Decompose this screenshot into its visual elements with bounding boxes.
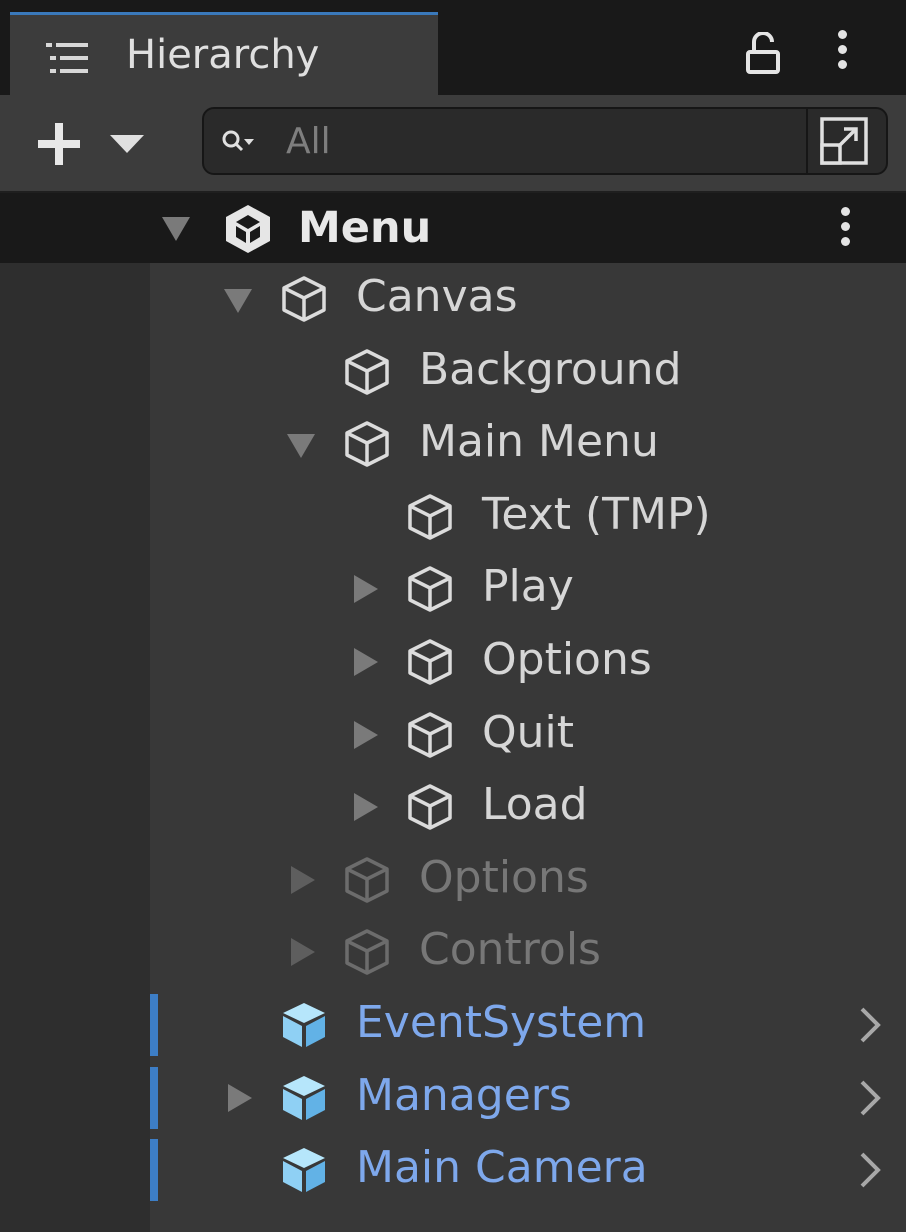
item-label: Options bbox=[419, 851, 589, 903]
gameobject-cube-icon bbox=[345, 421, 389, 467]
collapse-arrow-icon[interactable] bbox=[354, 793, 378, 822]
item-label: Main Menu bbox=[419, 416, 659, 468]
search-divider bbox=[806, 109, 808, 173]
unity-scene-icon bbox=[226, 205, 270, 253]
gameobject-cube-icon bbox=[408, 711, 452, 758]
hierarchy-item[interactable]: Background bbox=[0, 336, 906, 408]
gameobject-cube-icon bbox=[345, 929, 389, 976]
search-icon bbox=[222, 130, 254, 152]
prefab-cube-icon bbox=[283, 1003, 325, 1047]
gameobject-cube-icon bbox=[345, 857, 389, 903]
item-label: EventSystem bbox=[356, 997, 647, 1048]
collapse-arrow-icon[interactable] bbox=[354, 648, 378, 676]
prefab-cube-icon bbox=[283, 1148, 325, 1193]
expand-arrow-icon[interactable] bbox=[224, 289, 252, 313]
item-label: Play bbox=[482, 561, 574, 613]
hierarchy-item[interactable]: Quit bbox=[0, 699, 906, 771]
gameobject-cube-icon bbox=[408, 784, 452, 830]
hierarchy-item[interactable]: Controls bbox=[0, 916, 906, 988]
item-label: Main Camera bbox=[356, 1142, 648, 1194]
open-prefab-chevron-icon[interactable] bbox=[856, 1078, 884, 1118]
hierarchy-item[interactable]: Text (TMP) bbox=[0, 481, 906, 553]
gameobject-cube-icon bbox=[282, 276, 326, 322]
item-label: Quit bbox=[482, 706, 574, 758]
search-input[interactable] bbox=[286, 117, 806, 165]
item-label: Options bbox=[482, 634, 652, 685]
more-options-icon[interactable] bbox=[838, 30, 848, 75]
prefab-override-marker bbox=[150, 1139, 158, 1202]
toolbar bbox=[0, 95, 906, 193]
item-label: Canvas bbox=[356, 271, 518, 322]
expand-arrow-icon[interactable] bbox=[162, 217, 190, 241]
hierarchy-item[interactable]: Options bbox=[0, 844, 906, 916]
gameobject-cube-icon bbox=[408, 639, 452, 685]
item-label: Load bbox=[482, 779, 588, 831]
scene-options-icon[interactable] bbox=[841, 207, 851, 252]
gameobject-cube-icon bbox=[345, 348, 389, 395]
open-prefab-chevron-icon[interactable] bbox=[856, 1005, 884, 1045]
hierarchy-item[interactable]: Options bbox=[0, 626, 906, 698]
collapse-arrow-icon[interactable] bbox=[291, 865, 315, 894]
item-label: Controls bbox=[419, 924, 601, 976]
collapse-arrow-icon[interactable] bbox=[354, 720, 378, 749]
scene-name: Menu bbox=[298, 203, 432, 253]
create-add-button[interactable] bbox=[34, 121, 150, 167]
hierarchy-item[interactable]: Canvas bbox=[0, 263, 906, 335]
tab-bar: Hierarchy bbox=[0, 0, 906, 95]
gameobject-cube-icon bbox=[408, 494, 452, 540]
tab-hierarchy[interactable]: Hierarchy bbox=[10, 12, 438, 95]
expand-arrow-icon[interactable] bbox=[287, 434, 315, 459]
open-prefab-chevron-icon[interactable] bbox=[856, 1150, 884, 1190]
hierarchy-item[interactable]: EventSystem bbox=[0, 989, 906, 1061]
item-label: Text (TMP) bbox=[482, 488, 711, 540]
prefab-override-marker bbox=[150, 994, 158, 1056]
hierarchy-item[interactable]: Play bbox=[0, 553, 906, 625]
hierarchy-item[interactable]: Managers bbox=[0, 1062, 906, 1134]
item-label: Managers bbox=[356, 1069, 572, 1121]
hierarchy-item[interactable]: Main Menu bbox=[0, 408, 906, 480]
collapse-arrow-icon[interactable] bbox=[354, 575, 378, 604]
search-field[interactable] bbox=[202, 107, 888, 175]
hierarchy-list-icon bbox=[46, 43, 88, 73]
prefab-override-marker bbox=[150, 1066, 158, 1129]
gameobject-cube-icon bbox=[408, 566, 452, 613]
pop-out-icon[interactable] bbox=[816, 115, 872, 167]
collapse-arrow-icon[interactable] bbox=[228, 1083, 252, 1112]
collapse-arrow-icon[interactable] bbox=[291, 938, 315, 967]
prefab-cube-icon bbox=[283, 1075, 325, 1120]
item-label: Background bbox=[419, 343, 682, 395]
tab-title: Hierarchy bbox=[126, 32, 320, 78]
hierarchy-item[interactable]: Load bbox=[0, 771, 906, 843]
lock-icon[interactable] bbox=[746, 32, 780, 74]
scene-header-row[interactable]: Menu bbox=[0, 193, 906, 263]
hierarchy-item[interactable]: Main Camera bbox=[0, 1134, 906, 1206]
